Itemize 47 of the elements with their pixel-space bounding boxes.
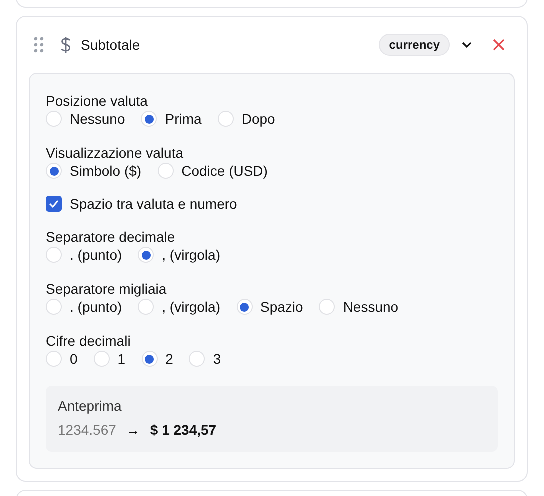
radio-option[interactable]: Nessuno: [46, 110, 126, 128]
radio-option[interactable]: , (virgola): [138, 246, 220, 264]
radio-button[interactable]: [46, 247, 62, 263]
radio-option[interactable]: Dopo: [218, 110, 276, 128]
radio-button[interactable]: [218, 111, 234, 127]
radio-option[interactable]: 2: [142, 350, 174, 368]
radio-option[interactable]: Prima: [141, 110, 202, 128]
radio-button[interactable]: [94, 351, 110, 367]
radio-option[interactable]: Spazio: [236, 298, 304, 316]
radio-button[interactable]: [46, 111, 62, 127]
radio-option[interactable]: 1: [94, 350, 126, 368]
radio-option[interactable]: . (punto): [46, 246, 122, 264]
sample-value-text: 1234.567: [58, 422, 116, 438]
radio-button[interactable]: [46, 299, 62, 315]
field-title: Subtotale: [81, 37, 142, 53]
radio-option[interactable]: 3: [189, 350, 222, 368]
radio-button[interactable]: [46, 163, 62, 179]
radio-button[interactable]: [46, 351, 62, 367]
preview-output: $ 1 234,57: [150, 422, 217, 438]
setting-label: Separatore migliaia: [46, 280, 168, 298]
checkbox-option[interactable]: Spazio tra valuta e numero: [46, 196, 498, 212]
preview-label: Anteprima: [58, 398, 123, 414]
radio-button[interactable]: [142, 351, 158, 367]
radio-button[interactable]: [236, 299, 252, 315]
radio-option[interactable]: . (punto): [46, 298, 122, 316]
drag-handle-icon[interactable]: [34, 37, 44, 53]
radio-option[interactable]: 0: [46, 350, 78, 368]
checkbox[interactable]: [46, 196, 62, 212]
radio-option[interactable]: Nessuno: [319, 298, 399, 316]
setting-label: Separatore decimale: [46, 228, 176, 246]
radio-option[interactable]: , (virgola): [138, 298, 220, 316]
radio-option[interactable]: Simbolo ($): [46, 162, 142, 180]
radio-button[interactable]: [138, 247, 154, 263]
radio-button[interactable]: [138, 299, 154, 315]
radio-button[interactable]: [319, 299, 336, 315]
radio-button[interactable]: [141, 111, 158, 127]
close-icon[interactable]: [493, 39, 505, 51]
dollar-icon: [60, 36, 72, 54]
check-icon: [49, 200, 59, 208]
type-tag: currency: [379, 34, 450, 56]
setting-label: Visualizzazione valuta: [46, 144, 184, 162]
arrow-text: →: [126, 422, 140, 438]
setting-label: Posizione valuta: [46, 92, 149, 110]
radio-button[interactable]: [189, 351, 206, 367]
radio-option[interactable]: Codice (USD): [158, 162, 268, 180]
radio-button[interactable]: [158, 163, 174, 179]
setting-label: Cifre decimali: [46, 332, 132, 350]
